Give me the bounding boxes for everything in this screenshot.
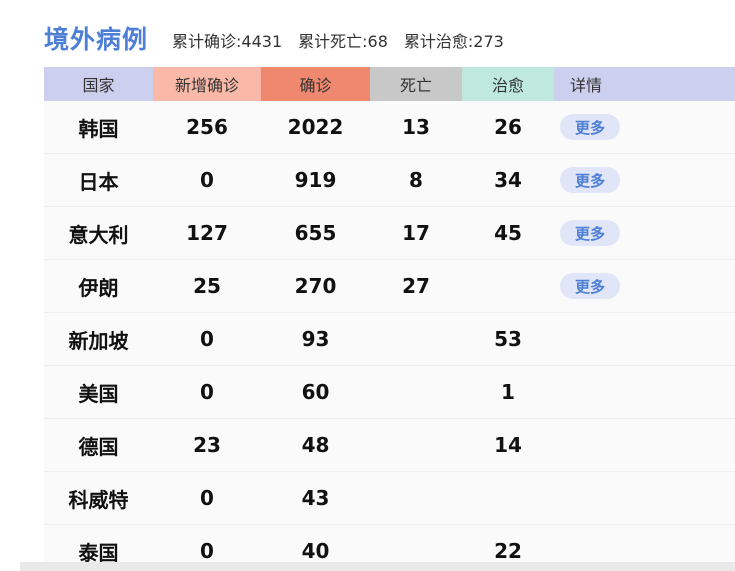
header-confirmed: 确诊: [261, 67, 370, 101]
cell-country: 日本: [78, 169, 119, 194]
cell-country: 德国: [78, 434, 119, 459]
summary-stats: 累计确诊:4431 累计死亡:68 累计治愈:273: [172, 24, 520, 52]
cell-confirmed: 919: [294, 168, 337, 192]
cell-details: 更多: [554, 101, 735, 153]
stat-total-cured: 累计治愈:273: [403, 32, 504, 51]
cell-cured: [462, 260, 554, 312]
cell-cured: 34: [494, 168, 522, 192]
cell-confirmed: 655: [294, 221, 337, 245]
cell-details: 更多: [554, 154, 735, 206]
cell-deaths: 8: [409, 168, 423, 192]
cell-cured: 1: [501, 380, 515, 404]
table-row: 新加坡 0 93 53: [44, 313, 735, 366]
cell-details: [554, 472, 735, 524]
cell-confirmed: 270: [294, 274, 337, 298]
page-title: 境外病例: [44, 25, 149, 54]
overseas-cases-table: 国家 新增确诊 确诊 死亡 治愈 详情 韩国 256 2022 13 26 更多 日本 0 91…: [44, 67, 735, 571]
header-details: 详情: [554, 67, 735, 101]
table-row: 日本 0 919 8 34 更多: [44, 154, 735, 207]
more-button[interactable]: 更多: [560, 167, 620, 193]
cell-country: 新加坡: [68, 328, 129, 353]
header-cured: 治愈: [462, 67, 554, 101]
cell-details: 更多: [554, 207, 735, 259]
cell-deaths: [370, 419, 462, 471]
cell-confirmed: 93: [301, 327, 330, 351]
stat-total-confirmed: 累计确诊:4431: [172, 32, 283, 51]
more-button[interactable]: 更多: [560, 114, 620, 140]
cell-new-confirmed: 0: [200, 380, 214, 404]
cell-details: 更多: [554, 260, 735, 312]
cell-confirmed: 48: [301, 433, 330, 457]
header-new-confirmed: 新增确诊: [153, 67, 261, 101]
table-row: 美国 0 60 1: [44, 366, 735, 419]
more-button[interactable]: 更多: [560, 273, 620, 299]
cell-new-confirmed: 25: [193, 274, 221, 298]
table-body: 韩国 256 2022 13 26 更多 日本 0 919 8 34 更多 意大利 127 655 17 45 更…: [44, 101, 735, 571]
cell-new-confirmed: 0: [200, 486, 214, 510]
header-country: 国家: [44, 67, 153, 101]
cell-confirmed: 2022: [287, 115, 344, 139]
cell-country: 意大利: [68, 222, 129, 247]
table-row: 科威特 0 43: [44, 472, 735, 525]
horizontal-scrollbar[interactable]: [20, 562, 735, 571]
header: 境外病例 累计确诊:4431 累计死亡:68 累计治愈:273: [44, 18, 520, 58]
more-button[interactable]: 更多: [560, 220, 620, 246]
table-row: 伊朗 25 270 27 更多: [44, 260, 735, 313]
cell-details: [554, 366, 735, 418]
page: 境外病例 累计确诊:4431 累计死亡:68 累计治愈:273 国家 新增确诊 …: [0, 0, 735, 571]
table-row: 韩国 256 2022 13 26 更多: [44, 101, 735, 154]
cell-new-confirmed: 23: [193, 433, 221, 457]
header-deaths: 死亡: [370, 67, 462, 101]
cell-deaths: 27: [402, 274, 430, 298]
cell-confirmed: 43: [301, 486, 330, 510]
table-row: 意大利 127 655 17 45 更多: [44, 207, 735, 260]
cell-deaths: [370, 366, 462, 418]
cell-cured: 14: [494, 433, 522, 457]
cell-cured: 53: [494, 327, 522, 351]
table-header: 国家 新增确诊 确诊 死亡 治愈 详情: [44, 67, 735, 101]
stat-total-deaths: 累计死亡:68: [298, 32, 388, 51]
table-row: 德国 23 48 14: [44, 419, 735, 472]
cell-new-confirmed: 256: [186, 115, 228, 139]
cell-deaths: 17: [402, 221, 430, 245]
cell-details: [554, 419, 735, 471]
cell-new-confirmed: 0: [200, 168, 214, 192]
cell-country: 美国: [78, 381, 119, 406]
cell-cured: [462, 472, 554, 524]
cell-new-confirmed: 0: [200, 327, 214, 351]
cell-cured: 26: [494, 115, 522, 139]
cell-country: 科威特: [68, 487, 129, 512]
cell-new-confirmed: 127: [186, 221, 228, 245]
cell-details: [554, 313, 735, 365]
cell-deaths: [370, 472, 462, 524]
cell-country: 伊朗: [78, 275, 119, 300]
cell-cured: 45: [494, 221, 522, 245]
cell-country: 韩国: [78, 116, 119, 141]
cell-confirmed: 60: [301, 380, 330, 404]
cell-deaths: 13: [402, 115, 430, 139]
cell-deaths: [370, 313, 462, 365]
